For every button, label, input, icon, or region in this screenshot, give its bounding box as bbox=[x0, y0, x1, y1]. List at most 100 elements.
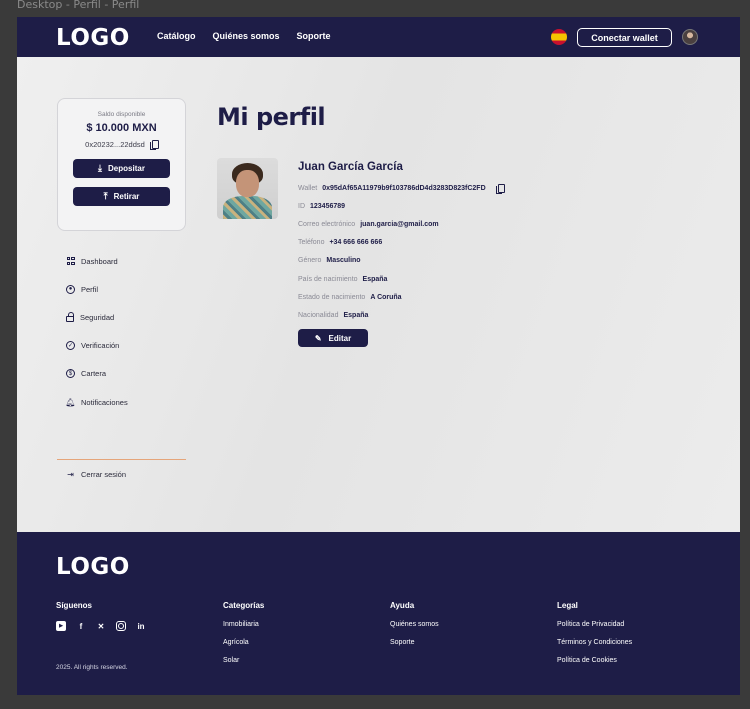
footer-logo[interactable]: LOGO bbox=[56, 554, 130, 580]
footer-heading: Ayuda bbox=[390, 601, 415, 610]
footer-column-legal: Legal Política de Privacidad Términos y … bbox=[557, 601, 632, 675]
footer-column-categorias: Categorías Inmobiliaria Agrícola Solar bbox=[223, 601, 264, 675]
dashboard-icon bbox=[66, 256, 75, 266]
field-label: Nacionalidad bbox=[298, 311, 339, 319]
field-label: Estado de nacimiento bbox=[298, 293, 366, 301]
nav-link-quienes-somos[interactable]: Quiénes somos bbox=[213, 31, 280, 41]
footer-heading: Síguenos bbox=[56, 601, 93, 610]
balance-label: Saldo disponible bbox=[97, 111, 146, 118]
wallet-address-row: 0x20232...22ddsd bbox=[58, 140, 185, 150]
sidebar-item-verificacion[interactable]: ✓ Verificación bbox=[66, 332, 128, 360]
page-frame: LOGO Catálogo Quiénes somos Soporte Cone… bbox=[17, 17, 740, 695]
field-wallet: Wallet 0x95dAf65A11979b9f103786dD4d3283D… bbox=[298, 179, 505, 197]
wallet-address-short: 0x20232...22ddsd bbox=[85, 140, 145, 149]
main-content: Saldo disponible $ 10.000 MXN 0x20232...… bbox=[17, 57, 740, 532]
sidebar-item-perfil[interactable]: ● Perfil bbox=[66, 275, 128, 303]
logout-icon: ⇥ bbox=[67, 470, 74, 479]
bell-icon: 🔔︎ bbox=[65, 397, 76, 407]
sidebar-item-seguridad[interactable]: Seguridad bbox=[66, 303, 128, 331]
pencil-icon: ✎ bbox=[314, 333, 322, 343]
copy-icon[interactable] bbox=[495, 183, 505, 194]
dollar-icon: $ bbox=[66, 369, 75, 379]
user-avatar[interactable] bbox=[682, 29, 698, 45]
sidebar-item-label: Perfil bbox=[81, 284, 99, 294]
logout-button[interactable]: ⇥ Cerrar sesión bbox=[66, 470, 126, 479]
footer: LOGO Síguenos ▶ f ✕ o in Categorías Inmo… bbox=[17, 532, 740, 695]
social-links: ▶ f ✕ o in bbox=[56, 621, 146, 631]
withdraw-button[interactable]: ⤒ Retirar bbox=[73, 187, 170, 206]
field-nationality: Nacionalidad España bbox=[298, 306, 504, 324]
logo[interactable]: LOGO bbox=[56, 25, 130, 51]
footer-heading: Categorías bbox=[223, 601, 265, 610]
sidebar-item-label: Notificaciones bbox=[81, 397, 128, 407]
sidebar-item-label: Verificación bbox=[81, 341, 120, 351]
field-value: Masculino bbox=[326, 257, 361, 265]
window-title: Desktop - Perfil - Perfil bbox=[17, 0, 140, 11]
footer-link[interactable]: Quiénes somos bbox=[390, 621, 439, 639]
profile-photo bbox=[217, 158, 278, 219]
footer-column-ayuda: Ayuda Quiénes somos Soporte bbox=[390, 601, 439, 657]
sidebar-item-label: Cartera bbox=[81, 369, 107, 379]
youtube-icon[interactable]: ▶ bbox=[56, 621, 66, 631]
sidebar-item-dashboard[interactable]: Dashboard bbox=[66, 247, 128, 275]
footer-follow: Síguenos ▶ f ✕ o in bbox=[56, 601, 146, 631]
field-label: Género bbox=[298, 257, 322, 265]
upload-icon: ⤒ bbox=[103, 191, 108, 201]
field-value: A Coruña bbox=[370, 293, 402, 301]
nav-links: Catálogo Quiénes somos Soporte bbox=[157, 31, 331, 41]
top-navbar: LOGO Catálogo Quiénes somos Soporte Cone… bbox=[17, 17, 740, 57]
sidebar-divider bbox=[57, 459, 186, 460]
deposit-button[interactable]: ⤓ Depositar bbox=[73, 159, 170, 178]
footer-link[interactable]: Inmobiliaria bbox=[223, 621, 264, 639]
field-value: España bbox=[362, 275, 388, 283]
facebook-icon[interactable]: f bbox=[76, 621, 86, 631]
footer-link[interactable]: Términos y Condiciones bbox=[557, 639, 632, 657]
field-birth-country: País de nacimiento España bbox=[298, 270, 504, 288]
footer-link[interactable]: Política de Privacidad bbox=[557, 621, 632, 639]
logout-label: Cerrar sesión bbox=[81, 470, 127, 479]
field-gender: Género Masculino bbox=[298, 252, 504, 270]
instagram-icon[interactable]: o bbox=[116, 621, 126, 631]
field-value: 0x95dAf65A11979b9f103786dD4d3283D823fC2F… bbox=[322, 184, 486, 192]
field-value: juan.garcia@gmail.com bbox=[360, 220, 439, 228]
connect-wallet-button[interactable]: Conectar wallet bbox=[577, 28, 672, 47]
x-icon[interactable]: ✕ bbox=[96, 621, 106, 631]
nav-link-soporte[interactable]: Soporte bbox=[297, 31, 331, 41]
edit-label: Editar bbox=[328, 333, 352, 343]
linkedin-icon[interactable]: in bbox=[136, 621, 146, 631]
field-label: Correo electrónico bbox=[298, 220, 356, 228]
field-label: ID bbox=[298, 202, 305, 210]
footer-heading: Legal bbox=[557, 601, 578, 610]
footer-link[interactable]: Soporte bbox=[390, 639, 439, 657]
footer-link[interactable]: Política de Cookies bbox=[557, 657, 632, 675]
sidebar-menu: Dashboard ● Perfil Seguridad ✓ Verificac… bbox=[65, 247, 128, 416]
field-value: +34 666 666 666 bbox=[329, 239, 383, 247]
lock-icon bbox=[66, 311, 74, 322]
sidebar-item-label: Dashboard bbox=[81, 256, 118, 266]
download-icon: ⤓ bbox=[98, 163, 103, 173]
copy-icon[interactable] bbox=[149, 140, 159, 150]
copyright: 2025. All rights reserved. bbox=[56, 664, 128, 671]
balance-card: Saldo disponible $ 10.000 MXN 0x20232...… bbox=[57, 98, 186, 231]
field-label: País de nacimiento bbox=[298, 275, 358, 283]
profile-name: Juan García García bbox=[298, 161, 403, 173]
field-birth-state: Estado de nacimiento A Coruña bbox=[298, 288, 504, 306]
footer-link[interactable]: Solar bbox=[223, 657, 264, 675]
field-value: España bbox=[343, 311, 369, 319]
page-title: Mi perfil bbox=[217, 103, 326, 131]
nav-link-catalogo[interactable]: Catálogo bbox=[157, 31, 196, 41]
profile-fields: Wallet 0x95dAf65A11979b9f103786dD4d3283D… bbox=[298, 179, 505, 325]
sidebar-item-notificaciones[interactable]: 🔔︎ Notificaciones bbox=[65, 388, 128, 416]
balance-amount: $ 10.000 MXN bbox=[86, 122, 157, 134]
user-icon: ● bbox=[66, 284, 75, 294]
field-label: Teléfono bbox=[298, 239, 325, 247]
withdraw-label: Retirar bbox=[113, 192, 140, 201]
field-label: Wallet bbox=[298, 184, 318, 192]
sidebar-item-cartera[interactable]: $ Cartera bbox=[66, 360, 128, 388]
spain-flag-icon[interactable] bbox=[551, 29, 567, 45]
deposit-label: Depositar bbox=[108, 164, 145, 173]
field-email: Correo electrónico juan.garcia@gmail.com bbox=[298, 215, 504, 233]
edit-profile-button[interactable]: ✎ Editar bbox=[298, 329, 368, 347]
check-circle-icon: ✓ bbox=[66, 341, 75, 351]
footer-link[interactable]: Agrícola bbox=[223, 639, 264, 657]
